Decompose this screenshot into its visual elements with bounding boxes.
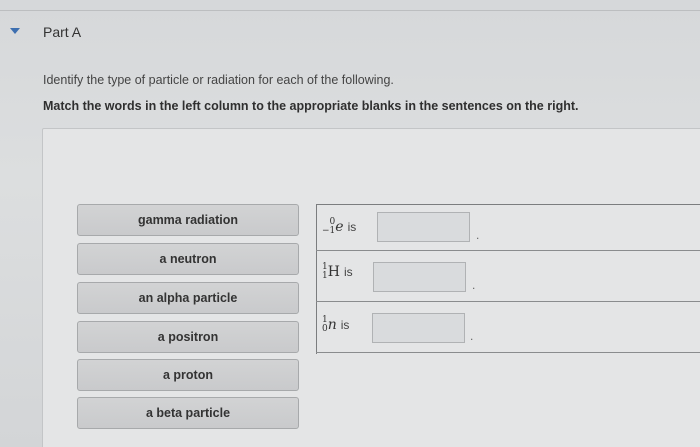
answer-blank-1[interactable] <box>377 212 470 242</box>
row-divider <box>316 301 700 302</box>
instruction-bold-text: Match the words in the left column to th… <box>43 99 579 113</box>
collapse-triangle-icon[interactable] <box>10 28 20 34</box>
sentence-period: . <box>470 329 474 343</box>
element-symbol: H <box>327 264 340 280</box>
drag-item-beta-particle[interactable]: a beta particle <box>77 397 299 429</box>
answer-blank-2[interactable] <box>373 262 466 292</box>
nuclide-symbol: 1 0 n <box>322 316 337 334</box>
sentence-verb: is <box>340 318 350 332</box>
instruction-text: Identify the type of particle or radiati… <box>43 73 394 87</box>
row-divider <box>316 250 700 251</box>
row-divider <box>316 352 700 353</box>
part-title[interactable]: Part A <box>43 24 81 40</box>
drag-item-neutron[interactable]: a neutron <box>77 243 299 275</box>
element-symbol: n <box>327 317 337 333</box>
sentence-neutron: 1 0 n is <box>322 316 349 334</box>
sentence-period: . <box>476 228 480 242</box>
sentence-hydrogen: 1 1 H is <box>322 263 353 281</box>
sentence-electron: 0 −1 e is <box>322 218 356 236</box>
atomic-number: −1 <box>322 226 336 236</box>
nuclide-symbol: 1 1 H <box>322 263 340 281</box>
drag-item-gamma-radiation[interactable]: gamma radiation <box>77 204 299 236</box>
top-divider <box>0 10 700 11</box>
answer-blank-3[interactable] <box>372 313 465 343</box>
drag-item-proton[interactable]: a proton <box>77 359 299 391</box>
drag-item-positron[interactable]: a positron <box>77 321 299 353</box>
nuclide-symbol: 0 −1 e <box>322 218 344 236</box>
sentence-verb: is <box>343 265 353 279</box>
element-symbol: e <box>335 219 344 235</box>
sentence-verb: is <box>347 220 357 234</box>
drag-item-alpha-particle[interactable]: an alpha particle <box>77 282 299 314</box>
sentence-period: . <box>472 278 476 292</box>
